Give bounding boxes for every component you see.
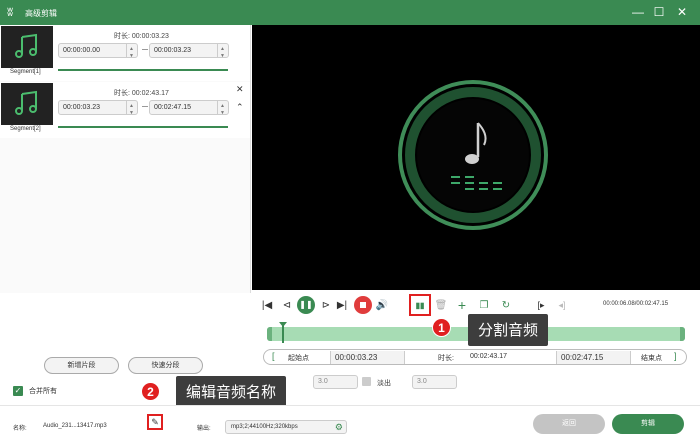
window-title: 高级剪辑 (25, 9, 57, 18)
timeline-start-handle[interactable] (267, 327, 272, 341)
range-dash (142, 106, 148, 107)
music-note-icon (15, 33, 37, 58)
chevron-up-icon[interactable]: ⌃ (236, 102, 244, 113)
segment-item[interactable]: Segment[1] 时长: 00:00:03.23 00:00:00.00 0… (0, 25, 250, 81)
gear-icon[interactable]: ⚙ (335, 421, 343, 433)
edit-name-icon[interactable]: ✎ (147, 414, 163, 430)
title-bar: ʬ 高级剪辑 — ☐ ✕ (0, 0, 700, 25)
spin-arrows-icon[interactable] (217, 100, 228, 120)
fade-in-input[interactable]: 3.0 (313, 375, 358, 389)
bottom-bar: 名称: Audio_231...13417.mp3 ✎ 输出: mp3;2;44… (0, 405, 700, 448)
name-label: 名称: (13, 426, 27, 432)
segment-thumbnail (1, 26, 53, 68)
delete-segment-icon[interactable]: ✕ (236, 84, 244, 95)
stop-button[interactable] (354, 296, 372, 314)
new-segment-button[interactable]: 新增片段 (44, 357, 119, 374)
spin-arrows-icon[interactable] (126, 100, 137, 120)
output-format-field[interactable]: mp3;2;44100Hz;320kbps ⚙ (225, 420, 347, 434)
segment-item[interactable]: Segment[2] 时长: 00:02:43.17 ✕ 00:00:03.23… (0, 82, 250, 138)
callout-badge: 1 (432, 318, 451, 337)
segment-duration: 时长: 00:00:03.23 (114, 33, 169, 40)
spin-arrows-icon[interactable] (126, 43, 137, 63)
start-point-input[interactable]: 00:00:03.23 (330, 351, 405, 364)
close-window-button[interactable]: ✕ (673, 4, 691, 20)
split-audio-icon[interactable]: ▮▮ (411, 296, 429, 314)
segment-end-input[interactable]: 00:00:03.23 (149, 43, 229, 63)
end-bracket-icon[interactable]: ] (674, 351, 677, 361)
set-end-marker-icon[interactable]: ◂] (555, 296, 569, 314)
start-point-label: 起始点 (288, 355, 309, 362)
app-logo-icon: ʬ (7, 5, 14, 19)
segment-progress-bar (58, 126, 228, 128)
maximize-button[interactable]: ☐ (650, 4, 668, 20)
fade-out-input[interactable]: 3.0 (412, 375, 457, 389)
music-note-icon (15, 90, 37, 115)
start-bracket-icon[interactable]: [ (272, 351, 275, 361)
callout-edit-name: 编辑音频名称 (176, 376, 287, 408)
segment-start-input[interactable]: 00:00:00.00 (58, 43, 138, 63)
range-dash (142, 49, 148, 50)
pause-button[interactable]: ❚❚ (297, 296, 315, 314)
segment-duration: 时长: 00:02:43.17 (114, 90, 169, 97)
end-point-input[interactable]: 00:02:47.15 (556, 351, 631, 364)
output-label: 输出: (197, 426, 211, 432)
reset-icon[interactable]: ↻ (499, 296, 513, 314)
volume-icon[interactable]: 🔊 (374, 296, 390, 314)
segment-end-input[interactable]: 00:02:47.15 (149, 100, 229, 120)
callout-badge: 2 (141, 382, 160, 401)
merge-all-label: 合并所有 (29, 388, 57, 395)
range-bar: [ 起始点 00:00:03.23 时长: 00:02:43.17 00:02:… (263, 349, 687, 365)
preview-area (252, 25, 700, 290)
edit-button[interactable]: 剪辑 (612, 414, 684, 434)
trash-icon[interactable]: 🗑 (434, 296, 448, 314)
segment-start-input[interactable]: 00:00:03.23 (58, 100, 138, 120)
audio-disc-icon (398, 80, 548, 230)
skip-end-icon[interactable]: ▶| (335, 296, 349, 314)
timeline-end-handle[interactable] (680, 327, 685, 341)
duration-value: 00:02:43.17 (470, 353, 507, 360)
segment-thumbnail (1, 83, 53, 125)
spin-arrows-icon[interactable] (217, 43, 228, 63)
quick-split-button[interactable]: 快速分段 (128, 357, 203, 374)
copy-icon[interactable]: ❐ (477, 296, 491, 314)
back-button[interactable]: 返回 (533, 414, 605, 434)
segment-label: Segment[2] (10, 126, 41, 132)
merge-all-checkbox[interactable]: ✓ (13, 386, 23, 397)
playhead[interactable] (279, 322, 287, 343)
duration-label: 时长: (438, 355, 454, 362)
playback-time: 00:00:06.08/00:02:47.15 (603, 301, 669, 307)
callout-split-audio: 分割音频 (468, 314, 549, 346)
segment-progress-bar (58, 69, 228, 71)
minimize-button[interactable]: — (629, 4, 647, 20)
fade-out-checkbox[interactable] (362, 377, 371, 386)
segment-label: Segment[1] (10, 69, 41, 75)
step-back-icon[interactable]: ⊲ (280, 296, 294, 314)
skip-start-icon[interactable]: |◀ (260, 296, 274, 314)
fade-out-label: 淡出 (377, 380, 391, 387)
add-icon[interactable]: + (455, 296, 469, 314)
segment-list-panel: Segment[1] 时长: 00:00:03.23 00:00:00.00 0… (0, 25, 251, 293)
merge-all-option[interactable]: ✓ 合并所有 (13, 386, 57, 397)
set-start-marker-icon[interactable]: [▸ (534, 296, 548, 314)
audio-name-value: Audio_231...13417.mp3 (43, 423, 107, 429)
step-forward-icon[interactable]: ⊳ (319, 296, 333, 314)
end-point-label: 结束点 (641, 355, 662, 362)
